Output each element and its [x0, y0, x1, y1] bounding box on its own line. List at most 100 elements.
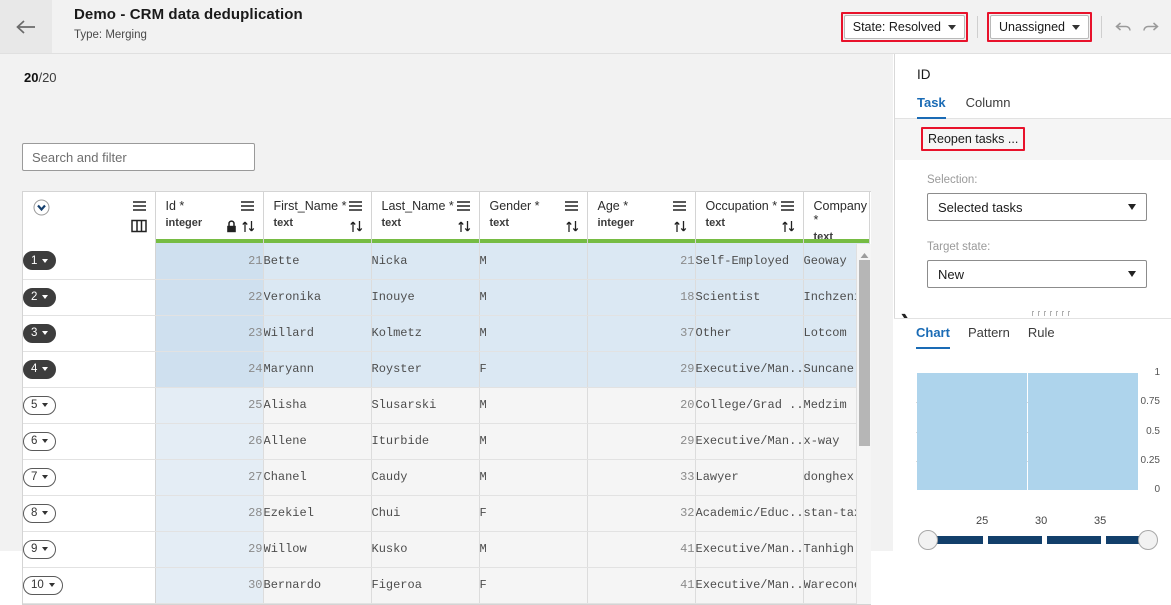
cell-last-name[interactable]: Royster [371, 351, 480, 388]
cell-age[interactable]: 29 [587, 423, 696, 460]
search-input[interactable] [22, 143, 255, 171]
redo-button[interactable] [1137, 14, 1163, 40]
cell-last-name[interactable]: Figeroa [371, 567, 480, 604]
reopen-tasks-button[interactable]: Reopen tasks ... [924, 130, 1022, 148]
cell-age[interactable]: 32 [587, 495, 696, 532]
chart-bar[interactable] [960, 373, 972, 490]
sort-icon[interactable] [241, 220, 256, 236]
select-all-chevron-icon[interactable] [33, 199, 50, 219]
cell-gender[interactable]: M [479, 531, 588, 568]
cell-gender[interactable]: M [479, 423, 588, 460]
cell-last-name[interactable]: Kusko [371, 531, 480, 568]
row-badge[interactable]: 9 [23, 539, 57, 559]
cell-gender[interactable]: F [479, 495, 588, 532]
chart-bar[interactable] [927, 373, 939, 490]
cell-occupation[interactable]: Executive/Man... [695, 423, 804, 460]
column-header-occupation[interactable]: Occupation * text [695, 192, 804, 243]
tab-rule[interactable]: Rule [1028, 325, 1055, 349]
sort-icon[interactable] [781, 220, 796, 236]
column-menu-icon[interactable] [456, 200, 471, 215]
row-handle[interactable]: 10 [23, 567, 156, 604]
cell-age[interactable]: 41 [587, 567, 696, 604]
row-handle[interactable]: 5 [23, 387, 156, 424]
cell-first-name[interactable]: Ezekiel [263, 495, 372, 532]
cell-gender[interactable]: M [479, 459, 588, 496]
row-badge[interactable]: 7 [23, 467, 57, 487]
cell-occupation[interactable]: Lawyer [695, 459, 804, 496]
columns-icon[interactable] [130, 219, 147, 236]
chart-bar[interactable] [1127, 373, 1139, 490]
cell-occupation[interactable]: Other [695, 315, 804, 352]
cell-first-name[interactable]: Willard [263, 315, 372, 352]
row-handle[interactable]: 4 [23, 351, 156, 388]
chart-bar[interactable] [1071, 373, 1083, 490]
cell-gender[interactable]: M [479, 279, 588, 316]
column-header-first-name[interactable]: First_Name * text [263, 192, 372, 243]
slider-track[interactable] [922, 536, 1150, 544]
undo-button[interactable] [1111, 14, 1137, 40]
cell-age[interactable]: 37 [587, 315, 696, 352]
row-badge[interactable]: 5 [23, 395, 57, 415]
sort-icon[interactable] [349, 220, 364, 236]
cell-first-name[interactable]: Allene [263, 423, 372, 460]
cell-id[interactable]: 21 [155, 243, 264, 280]
table-row[interactable]: 9 29 Willow Kusko M 41 Executive/Man... … [23, 531, 870, 568]
chart-bar[interactable] [972, 373, 983, 490]
cell-gender[interactable]: F [479, 351, 588, 388]
cell-age[interactable]: 29 [587, 351, 696, 388]
chart-bar[interactable] [994, 373, 1006, 490]
cell-occupation[interactable]: College/Grad ... [695, 387, 804, 424]
row-handle[interactable]: 1 [23, 243, 156, 280]
cell-id[interactable]: 24 [155, 351, 264, 388]
chart-bar[interactable] [1105, 373, 1117, 490]
cell-gender[interactable]: M [479, 243, 588, 280]
row-badge[interactable]: 1 [23, 251, 57, 271]
sort-icon[interactable] [457, 220, 472, 236]
chart-bar[interactable] [1005, 373, 1017, 490]
table-row[interactable]: 5 25 Alisha Slusarski M 20 College/Grad … [23, 387, 870, 424]
row-badge[interactable]: 10 [23, 575, 63, 595]
tab-task[interactable]: Task [917, 95, 946, 119]
cell-last-name[interactable]: Nicka [371, 243, 480, 280]
row-menu-icon[interactable] [132, 200, 147, 215]
cell-gender[interactable]: M [479, 315, 588, 352]
row-handle[interactable]: 6 [23, 423, 156, 460]
drag-handle-icon[interactable] [1032, 311, 1070, 316]
cell-id[interactable]: 28 [155, 495, 264, 532]
column-menu-icon[interactable] [780, 200, 795, 215]
range-slider[interactable]: 25 30 35 [916, 515, 1160, 550]
chart-bar[interactable] [938, 373, 950, 490]
row-handle[interactable]: 8 [23, 495, 156, 532]
scrollbar-thumb[interactable] [859, 260, 870, 446]
cell-occupation[interactable]: Self-Employed [695, 243, 804, 280]
row-handle[interactable]: 3 [23, 315, 156, 352]
cell-occupation[interactable]: Executive/Man... [695, 567, 804, 604]
cell-last-name[interactable]: Inouye [371, 279, 480, 316]
row-handle[interactable]: 2 [23, 279, 156, 316]
cell-occupation[interactable]: Executive/Man... [695, 531, 804, 568]
row-badge[interactable]: 2 [23, 287, 57, 307]
chart-bar[interactable] [916, 373, 928, 490]
slider-handle-min[interactable] [918, 530, 938, 550]
assignee-filter-dropdown[interactable]: Unassigned [989, 15, 1089, 39]
table-row[interactable]: 3 23 Willard Kolmetz M 37 Other Lotcom [23, 315, 870, 352]
cell-id[interactable]: 30 [155, 567, 264, 604]
chart-bar[interactable] [1049, 373, 1061, 490]
cell-id[interactable]: 29 [155, 531, 264, 568]
chart-bar[interactable] [983, 373, 995, 490]
cell-id[interactable]: 26 [155, 423, 264, 460]
cell-last-name[interactable]: Kolmetz [371, 315, 480, 352]
column-header-age[interactable]: Age * integer [587, 192, 696, 243]
table-row[interactable]: 6 26 Allene Iturbide M 29 Executive/Man.… [23, 423, 870, 460]
tab-column[interactable]: Column [966, 95, 1011, 119]
cell-last-name[interactable]: Iturbide [371, 423, 480, 460]
row-badge[interactable]: 4 [23, 359, 57, 379]
sort-icon[interactable] [565, 220, 580, 236]
row-badge[interactable]: 8 [23, 503, 57, 523]
tab-pattern[interactable]: Pattern [968, 325, 1010, 349]
chart-bar[interactable] [949, 373, 961, 490]
cell-age[interactable]: 18 [587, 279, 696, 316]
select-all-header[interactable] [23, 192, 156, 243]
cell-first-name[interactable]: Veronika [263, 279, 372, 316]
column-menu-icon[interactable] [564, 200, 579, 215]
